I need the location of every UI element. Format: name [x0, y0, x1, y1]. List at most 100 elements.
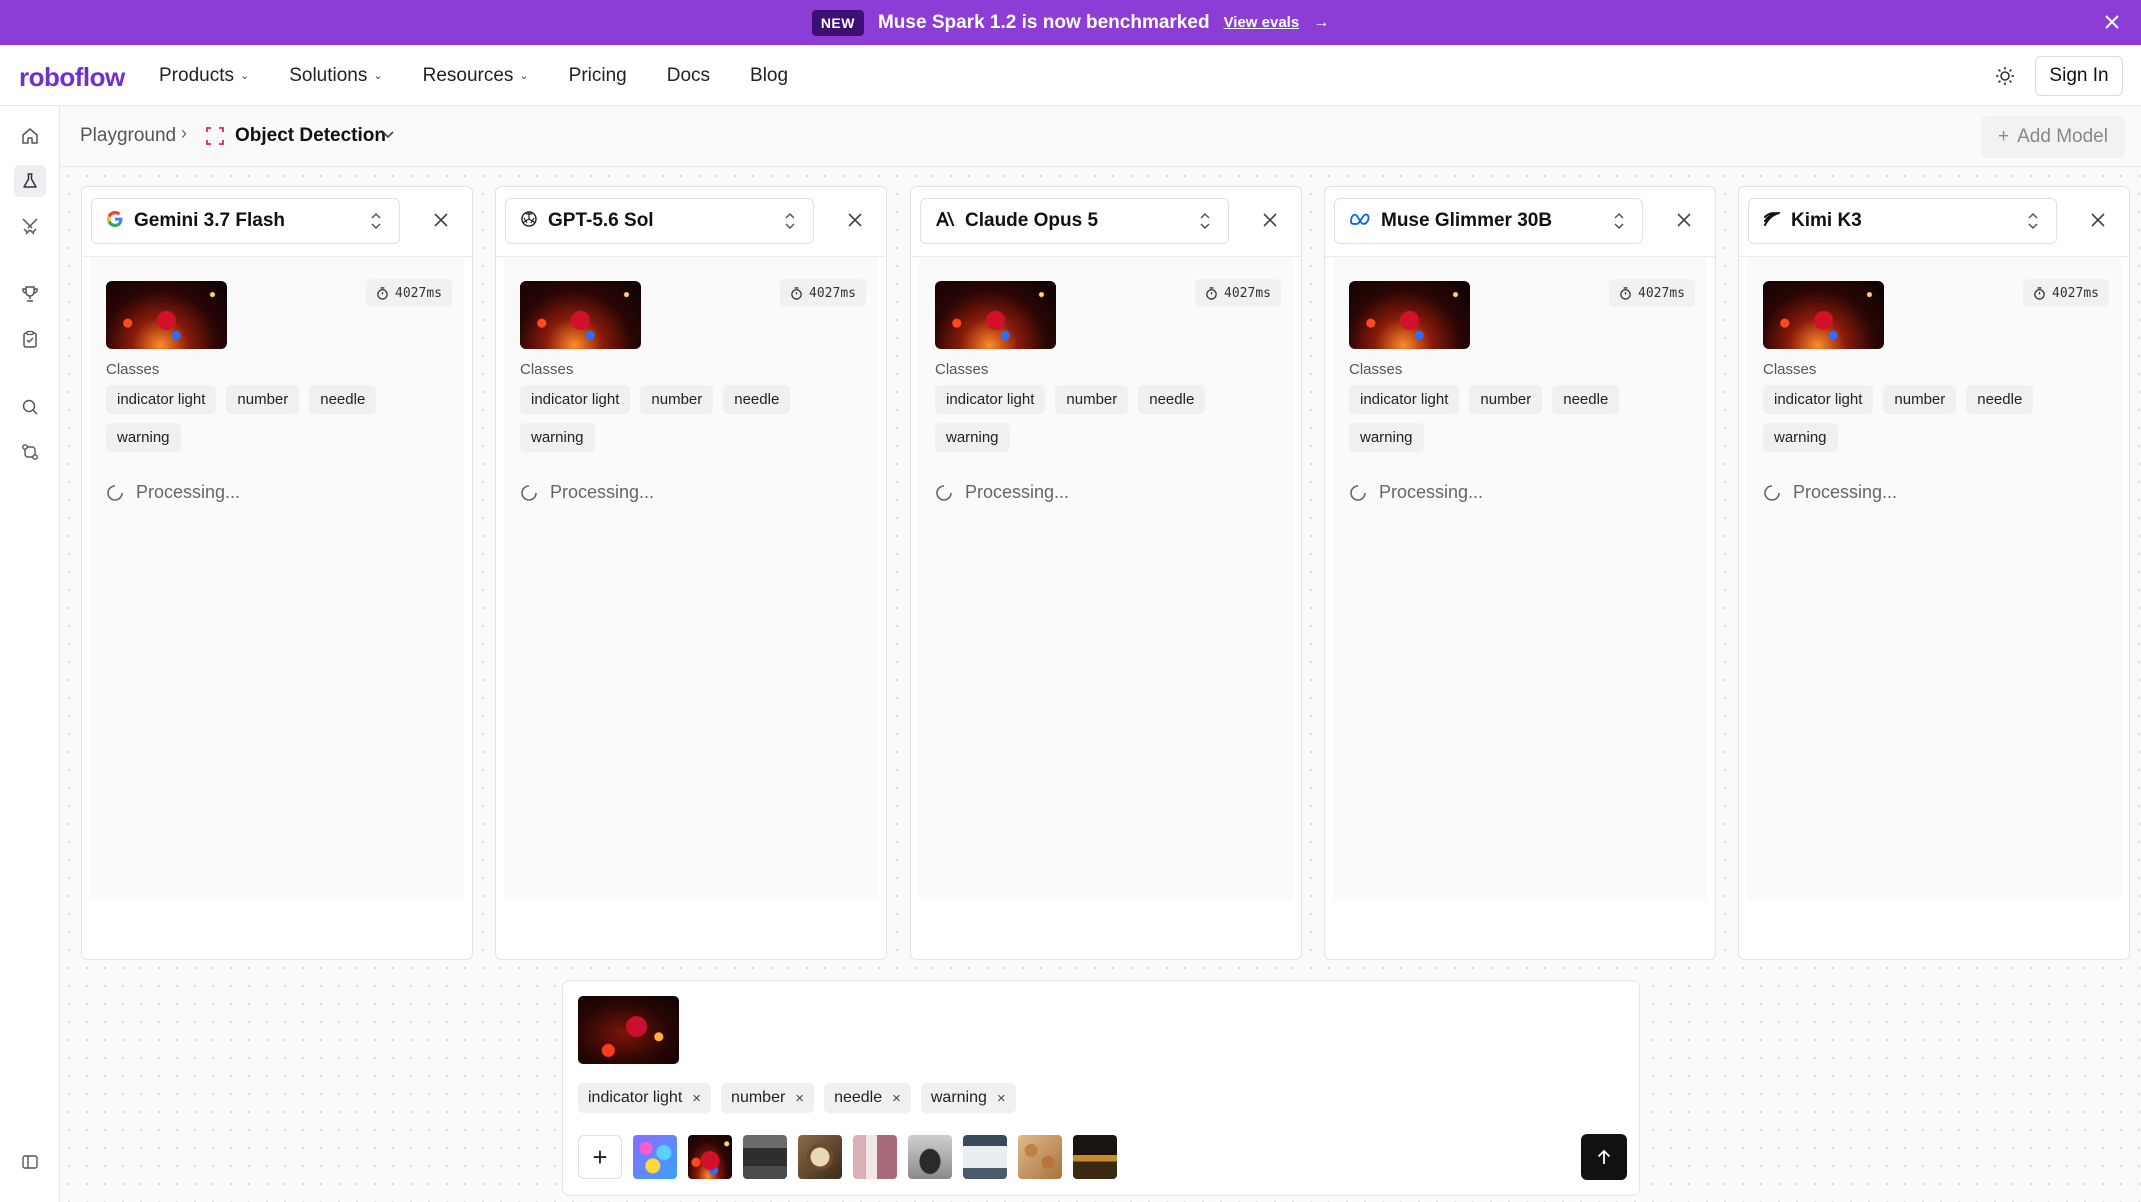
model-selector[interactable]: Muse Glimmer 30B [1334, 198, 1643, 244]
sample-image-balloons[interactable] [633, 1135, 677, 1179]
class-tag: warning × [920, 1083, 1016, 1113]
chevrons-up-down-icon [1614, 212, 1624, 230]
model-selector[interactable]: Kimi K3 [1748, 198, 2057, 244]
panel-header: Claude Opus 5 [911, 187, 1301, 257]
input-image-thumbnail[interactable] [106, 281, 227, 349]
model-name: Gemini 3.7 Flash [134, 210, 285, 231]
sidebar-playground[interactable] [14, 165, 46, 197]
remove-model-button[interactable] [1673, 209, 1695, 231]
object-detection-icon [206, 127, 224, 145]
input-image-thumbnail[interactable] [1349, 281, 1470, 349]
nav-item-solutions[interactable]: Solutions ⌄ [289, 65, 382, 87]
close-icon [2091, 213, 2105, 227]
remove-class-icon[interactable]: × [997, 1090, 1006, 1107]
latency-value: 4027ms [2052, 285, 2099, 301]
sample-image-sunset[interactable] [1073, 1135, 1117, 1179]
sample-image-whiteboard[interactable] [963, 1135, 1007, 1179]
class-chips: indicator light number needle warning [1763, 385, 2063, 452]
sign-in-button[interactable]: Sign In [2035, 56, 2123, 96]
model-selector[interactable]: GPT-5.6 Sol [505, 198, 814, 244]
remove-class-icon[interactable]: × [795, 1090, 804, 1107]
view-evals-link[interactable]: View evals [1224, 14, 1300, 31]
timer-icon [377, 286, 388, 300]
classes-label: Classes [935, 361, 989, 378]
sidebar-tasks[interactable] [14, 323, 46, 355]
home-icon [22, 128, 38, 144]
remove-model-button[interactable] [844, 209, 866, 231]
banner-close-button[interactable] [2099, 9, 2125, 35]
sidebar-home[interactable] [14, 120, 46, 152]
sample-image-cookies[interactable] [1018, 1135, 1062, 1179]
result-area: 4027ms Classes indicator light number need… [90, 257, 464, 899]
task-selector[interactable]: Object Detection [235, 125, 386, 147]
panel-left-icon [22, 1155, 38, 1169]
class-tag-label: number [731, 1089, 786, 1106]
sample-image-machinery[interactable] [743, 1135, 787, 1179]
sidebar-search[interactable] [14, 391, 46, 423]
close-icon [2105, 15, 2119, 29]
announcement-banner: NEW Muse Spark 1.2 is now benchmarked Vi… [0, 0, 2141, 45]
sample-image-shelf[interactable] [853, 1135, 897, 1179]
chevron-down-icon[interactable] [380, 126, 396, 142]
class-tag: indicator light × [578, 1083, 712, 1113]
theme-toggle-button[interactable] [1990, 61, 2020, 91]
nav-item-docs[interactable]: Docs [667, 65, 710, 87]
add-model-button[interactable]: + Add Model [1981, 116, 2125, 158]
plus-icon: + [1998, 126, 2010, 147]
sidebar-collapse-button[interactable] [14, 1146, 46, 1178]
sidebar-compare[interactable] [14, 210, 46, 242]
breadcrumb-playground[interactable]: Playground [80, 125, 176, 147]
class-tag-label: indicator light [588, 1089, 683, 1106]
sample-image-dashboard[interactable] [688, 1135, 732, 1179]
class-tags: indicator light × number × needle × warning × [578, 1083, 1016, 1113]
remove-model-button[interactable] [430, 209, 452, 231]
send-button[interactable] [1581, 1134, 1627, 1180]
status-text: Processing... [965, 482, 1070, 502]
remove-model-button[interactable] [2087, 209, 2109, 231]
model-name: Kimi K3 [1791, 210, 1862, 231]
remove-model-button[interactable] [1259, 209, 1281, 231]
input-image-thumbnail[interactable] [935, 281, 1056, 349]
add-image-button[interactable]: + [578, 1135, 622, 1179]
status-text: Processing... [1793, 482, 1898, 502]
timer-icon [1206, 286, 1217, 300]
nav-item-products[interactable]: Products ⌄ [159, 65, 249, 87]
nav-item-blog[interactable]: Blog [750, 65, 788, 87]
model-selector[interactable]: Gemini 3.7 Flash [91, 198, 400, 244]
nav-item-resources[interactable]: Resources ⌄ [423, 65, 529, 87]
nav-item-label: Pricing [568, 64, 627, 86]
model-selector[interactable]: Claude Opus 5 [920, 198, 1229, 244]
sidebar-leaderboard[interactable] [14, 278, 46, 310]
class-chip: warning [520, 423, 595, 452]
nav-item-label: Solutions [289, 64, 368, 86]
chevrons-up-down-icon [2028, 212, 2038, 230]
sample-image-gauge[interactable] [798, 1135, 842, 1179]
selected-image-thumbnail[interactable] [578, 996, 679, 1064]
class-chip: needle [309, 385, 377, 414]
clipboard-check-icon [23, 330, 37, 348]
sample-image-person[interactable] [908, 1135, 952, 1179]
result-area: 4027ms Classes indicator light number need… [1747, 257, 2121, 899]
nav-item-label: Docs [666, 64, 711, 86]
trophy-icon [22, 286, 38, 302]
class-chip: needle [1552, 385, 1620, 414]
top-navigation: roboflow Products ⌄ Solutions ⌄ Resources ⌄… [0, 45, 2141, 106]
nav-item-pricing[interactable]: Pricing [569, 65, 627, 87]
latency-badge: 4027ms [366, 279, 452, 307]
result-area: 4027ms Classes indicator light number need… [919, 257, 1293, 899]
sidebar-workflows[interactable] [14, 436, 46, 468]
roboflow-logo[interactable]: roboflow [19, 62, 125, 93]
banner-message: Muse Spark 1.2 is now benchmarked [877, 11, 1210, 33]
anthropic-icon [935, 211, 955, 232]
input-image-thumbnail[interactable] [1763, 281, 1884, 349]
chevron-right-icon: › [181, 123, 187, 143]
model-panel-2: GPT-5.6 Sol 4027ms Classes indicator lig… [495, 186, 887, 960]
input-image-thumbnail[interactable] [520, 281, 641, 349]
processing-status: Processing... [520, 482, 654, 503]
class-chip: number [1883, 385, 1957, 414]
remove-class-icon[interactable]: × [892, 1090, 901, 1107]
class-tag: needle × [824, 1083, 911, 1113]
remove-class-icon[interactable]: × [692, 1090, 701, 1107]
model-name: Muse Glimmer 30B [1381, 210, 1553, 231]
class-chip: warning [106, 423, 181, 452]
